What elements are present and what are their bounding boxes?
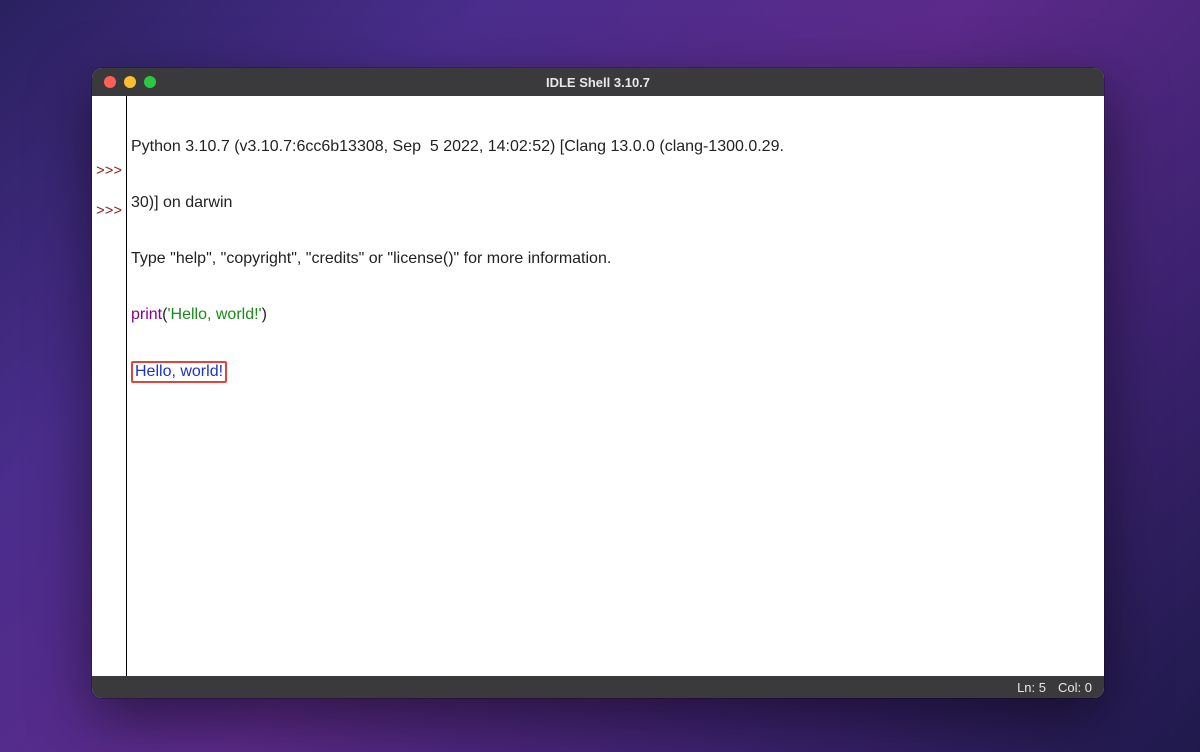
output-text: Hello, world! bbox=[135, 363, 223, 380]
string-literal: 'Hello, world!' bbox=[167, 306, 261, 324]
prompt: >>> bbox=[96, 162, 124, 182]
minimize-button[interactable] bbox=[124, 76, 136, 88]
shell-content[interactable]: >>> >>> Python 3.10.7 (v3.10.7:6cc6b1330… bbox=[92, 96, 1104, 676]
traffic-lights bbox=[92, 76, 156, 88]
paren-close: ) bbox=[262, 306, 267, 324]
close-button[interactable] bbox=[104, 76, 116, 88]
current-input-line[interactable] bbox=[131, 418, 1098, 438]
output-highlight: Hello, world! bbox=[131, 361, 227, 383]
window-title: IDLE Shell 3.10.7 bbox=[92, 75, 1104, 90]
input-line[interactable]: print('Hello, world!') bbox=[131, 306, 1098, 326]
call-name: print bbox=[131, 306, 162, 324]
output-line: Hello, world! bbox=[131, 362, 1098, 382]
banner-line: 30)] on darwin bbox=[131, 194, 1098, 214]
prompt: >>> bbox=[96, 202, 124, 222]
banner-line: Python 3.10.7 (v3.10.7:6cc6b13308, Sep 5… bbox=[131, 138, 1098, 158]
shell-editor[interactable]: Python 3.10.7 (v3.10.7:6cc6b13308, Sep 5… bbox=[127, 96, 1104, 676]
statusbar: Ln: 5 Col: 0 bbox=[92, 676, 1104, 698]
banner-line: Type "help", "copyright", "credits" or "… bbox=[131, 250, 1098, 270]
titlebar[interactable]: IDLE Shell 3.10.7 bbox=[92, 68, 1104, 96]
prompt-gutter: >>> >>> bbox=[92, 96, 127, 676]
status-col: Col: 0 bbox=[1058, 680, 1092, 695]
status-line: Ln: 5 bbox=[1017, 680, 1046, 695]
idle-shell-window: IDLE Shell 3.10.7 >>> >>> Python 3.10.7 … bbox=[92, 68, 1104, 698]
maximize-button[interactable] bbox=[144, 76, 156, 88]
